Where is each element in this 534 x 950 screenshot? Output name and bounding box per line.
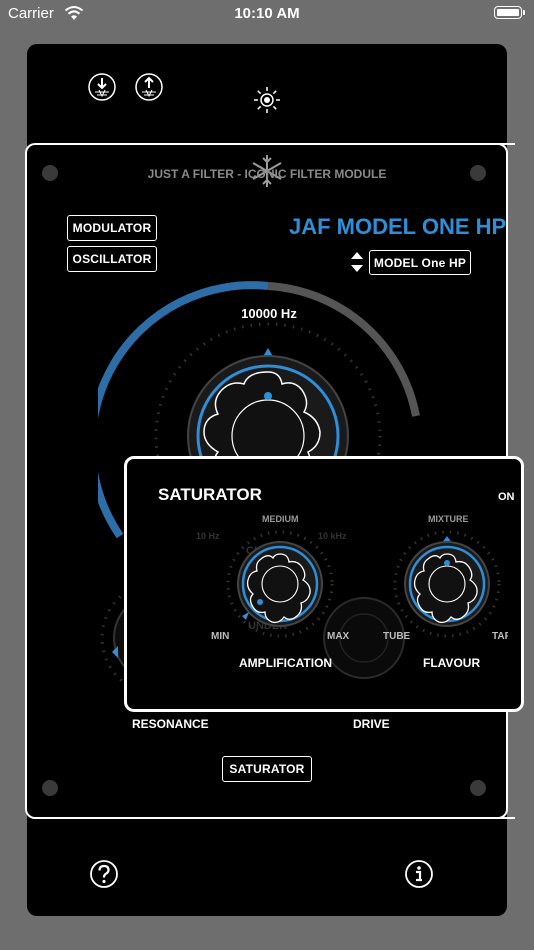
oscillator-button[interactable]: OSCILLATOR bbox=[67, 246, 157, 272]
drive-label: DRIVE bbox=[353, 717, 390, 731]
flavour-mid-label: MIXTURE bbox=[428, 514, 469, 524]
flavour-knob[interactable] bbox=[391, 530, 507, 640]
flavour-label: FLAVOUR bbox=[423, 656, 481, 670]
screw bbox=[470, 780, 486, 796]
saturator-title: SATURATOR bbox=[158, 485, 262, 504]
screw bbox=[42, 780, 58, 796]
module-header-text: JUST A FILTER - ICONIC FILTER MODULE bbox=[147, 167, 387, 181]
battery-icon bbox=[494, 6, 522, 19]
download-preset-icon[interactable] bbox=[87, 72, 117, 102]
frequency-readout: 10000 Hz bbox=[241, 306, 297, 321]
amplification-max-label: MAX bbox=[327, 631, 350, 642]
amplification-min-label: MIN bbox=[211, 631, 230, 642]
brightness-icon[interactable] bbox=[252, 85, 282, 115]
upload-preset-icon[interactable] bbox=[134, 72, 164, 102]
model-title: JAF MODEL ONE HP bbox=[289, 214, 507, 239]
saturator-button[interactable]: SATURATOR bbox=[222, 756, 312, 782]
ghost-low-hz: 10 Hz bbox=[196, 531, 220, 541]
modulator-button[interactable]: MODULATOR bbox=[67, 215, 157, 241]
info-icon[interactable] bbox=[404, 859, 434, 889]
saturator-status-partial[interactable]: ON bbox=[498, 491, 515, 503]
amplification-knob[interactable] bbox=[222, 530, 338, 640]
status-bar: Carrier 10:10 AM bbox=[0, 0, 534, 28]
model-select-arrows-icon[interactable] bbox=[350, 251, 364, 273]
battery-tip bbox=[523, 10, 525, 15]
model-select[interactable]: MODEL One HP bbox=[369, 250, 471, 275]
help-icon[interactable] bbox=[89, 859, 119, 889]
resonance-label: RESONANCE bbox=[132, 717, 209, 731]
amplification-mid-label: MEDIUM bbox=[262, 514, 299, 524]
flavour-left-label: TUBE bbox=[383, 631, 411, 642]
amplification-label: AMPLIFICATION bbox=[239, 656, 333, 670]
clock: 10:10 AM bbox=[234, 5, 300, 22]
flavour-right-label: TAPE bbox=[492, 631, 508, 642]
